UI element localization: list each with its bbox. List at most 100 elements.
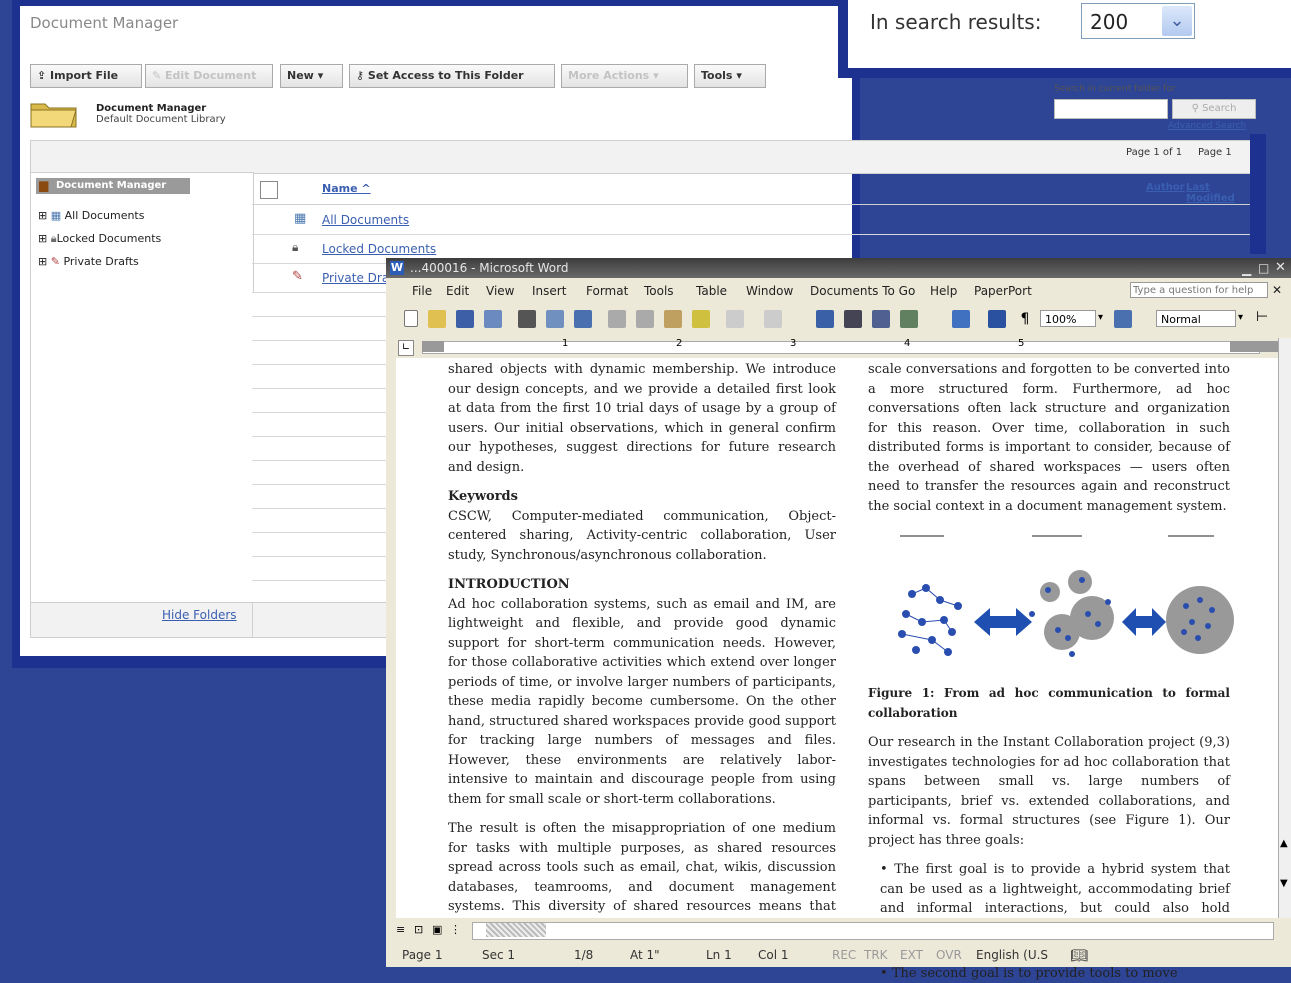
set-access-button[interactable]: ⚷ Set Access to This Folder [349, 64, 555, 88]
minimize-icon[interactable]: ▁ [1242, 259, 1251, 279]
menu-format[interactable]: Format [586, 284, 628, 298]
status-trk[interactable]: TRK [864, 948, 888, 962]
print-view-icon[interactable]: ▣ [432, 923, 442, 936]
maximize-icon[interactable]: □ [1258, 258, 1269, 278]
row-link[interactable]: Locked Documents [322, 242, 436, 256]
status-section: Sec 1 [482, 948, 515, 962]
expand-icon[interactable]: ⊞ [38, 255, 47, 268]
tools-menu-button[interactable]: Tools ▾ [694, 64, 766, 88]
tree-item-all-documents[interactable]: ⊞ ▦ All Documents [38, 209, 144, 222]
status-rec[interactable]: REC [832, 948, 856, 962]
drawing-icon[interactable] [952, 310, 970, 328]
menu-tools[interactable]: Tools [644, 284, 674, 298]
horizontal-scrollbar[interactable] [472, 922, 1274, 940]
spelling-icon[interactable] [574, 310, 592, 328]
zoom-select[interactable]: 100% [1040, 310, 1096, 327]
chevron-down-icon: ▾ [736, 69, 742, 82]
hide-folders-link[interactable]: Hide Folders [162, 608, 237, 622]
vertical-scrollbar[interactable]: ▲ ▼ [1278, 338, 1291, 918]
new-menu-button[interactable]: New ▾ [280, 64, 343, 88]
more-actions-button[interactable]: More Actions ▾ [561, 64, 688, 88]
menu-insert[interactable]: Insert [532, 284, 566, 298]
redo-icon[interactable] [764, 310, 782, 328]
status-ovr[interactable]: OVR [936, 948, 962, 962]
key-icon: ⚷ [356, 69, 368, 82]
menu-view[interactable]: View [486, 284, 514, 298]
toolbar-options-icon[interactable]: ⊢ [1256, 309, 1268, 325]
previous-page-icon[interactable]: ▲ [1280, 838, 1288, 849]
last-modified-column-header[interactable]: Last Modified [1186, 182, 1235, 204]
tree-root[interactable]: Document Manager [36, 178, 190, 194]
document-map-icon[interactable] [988, 310, 1006, 328]
document-page[interactable]: shared objects with dynamic membership. … [404, 358, 1282, 918]
menu-edit[interactable]: Edit [446, 284, 469, 298]
expand-icon[interactable]: ⊞ [38, 232, 47, 245]
menu-documents-to-go[interactable]: Documents To Go [810, 284, 915, 298]
chevron-down-icon[interactable]: ▾ [1238, 312, 1243, 323]
author-column-header[interactable]: Author [1146, 182, 1185, 193]
tab-selector-icon[interactable]: ∟ [398, 340, 414, 356]
import-file-label: Import File [50, 69, 118, 82]
introduction-heading: INTRODUCTION [448, 575, 836, 595]
permission-icon[interactable] [484, 310, 502, 328]
advanced-search-link[interactable]: Advanced Search [1168, 121, 1246, 131]
format-painter-icon[interactable] [692, 310, 710, 328]
outline-view-icon[interactable]: ⋮ [450, 923, 461, 936]
status-ext[interactable]: EXT [900, 948, 923, 962]
table-row[interactable]: ▦ All Documents [252, 206, 1262, 235]
name-column-header[interactable]: Name ^ [322, 182, 371, 195]
chevron-down-icon[interactable]: ⌄ [1162, 6, 1192, 36]
search-label: Search in current folder for [1054, 84, 1176, 94]
horizontal-ruler[interactable]: ∟ 2 3 4 5 1 [386, 338, 1291, 356]
import-file-button[interactable]: ⇪ Import File [30, 64, 142, 88]
next-page-icon[interactable]: ▼ [1280, 878, 1288, 889]
open-folder-icon[interactable] [428, 310, 446, 328]
tables-icon[interactable] [844, 310, 862, 328]
select-all-checkbox[interactable] [260, 181, 278, 199]
copy-icon[interactable] [636, 310, 654, 328]
web-view-icon[interactable]: ⊡ [414, 923, 423, 936]
header-band [30, 140, 1262, 174]
help-search-input[interactable]: Type a question for help [1130, 282, 1268, 298]
new-document-icon[interactable] [404, 310, 418, 327]
window-title: ...400016 - Microsoft Word [410, 258, 568, 278]
cut-icon[interactable] [608, 310, 626, 328]
hyperlink-icon[interactable] [816, 310, 834, 328]
insert-excel-icon[interactable] [900, 310, 918, 328]
menu-table[interactable]: Table [696, 284, 727, 298]
insert-table-icon[interactable] [872, 310, 890, 328]
expand-icon[interactable]: ⊞ [38, 209, 47, 222]
print-icon[interactable] [518, 310, 536, 328]
search-results-content: In search results: 200 ⌄ [848, 0, 1291, 68]
import-icon: ⇪ [37, 69, 50, 82]
search-button[interactable]: ⚲ Search [1172, 99, 1256, 119]
style-select[interactable]: Normal [1156, 310, 1236, 327]
menu-file[interactable]: File [412, 284, 432, 298]
edit-document-button[interactable]: ✎ Edit Document [145, 64, 273, 88]
library-name: Document Manager [96, 103, 206, 114]
row-link[interactable]: All Documents [322, 213, 409, 227]
ruler-mark-4: 4 [904, 338, 910, 349]
search-input[interactable] [1054, 99, 1168, 119]
ruler-margin-right [1230, 341, 1282, 352]
word-window: W ...400016 - Microsoft Word ▁ □ ✕ File … [386, 258, 1291, 967]
close-document-icon[interactable]: ✕ [1272, 283, 1282, 297]
horizontal-scroll-thumb[interactable] [486, 923, 546, 937]
close-icon[interactable]: ✕ [1275, 258, 1286, 278]
tree-item-locked-documents[interactable]: ⊞ 🔒︎Locked Documents [38, 232, 161, 246]
menu-window[interactable]: Window [746, 284, 793, 298]
tree-item-private-drafts[interactable]: ⊞ ✎ Private Drafts [38, 255, 139, 268]
show-hide-icon[interactable]: ¶ [1016, 310, 1034, 328]
results-count-select[interactable]: 200 ⌄ [1081, 3, 1195, 39]
paste-icon[interactable] [664, 310, 682, 328]
menu-paperport[interactable]: PaperPort [974, 284, 1032, 298]
menu-help[interactable]: Help [930, 284, 957, 298]
normal-view-icon[interactable]: ≡ [396, 923, 405, 936]
more-actions-label: More Actions [568, 69, 649, 82]
undo-icon[interactable] [726, 310, 744, 328]
print-preview-icon[interactable] [546, 310, 564, 328]
chevron-down-icon[interactable]: ▾ [1098, 312, 1103, 323]
help-icon[interactable] [1114, 310, 1132, 328]
spelling-status-icon[interactable]: 📖︎ [1070, 948, 1088, 964]
save-icon[interactable] [456, 310, 474, 328]
